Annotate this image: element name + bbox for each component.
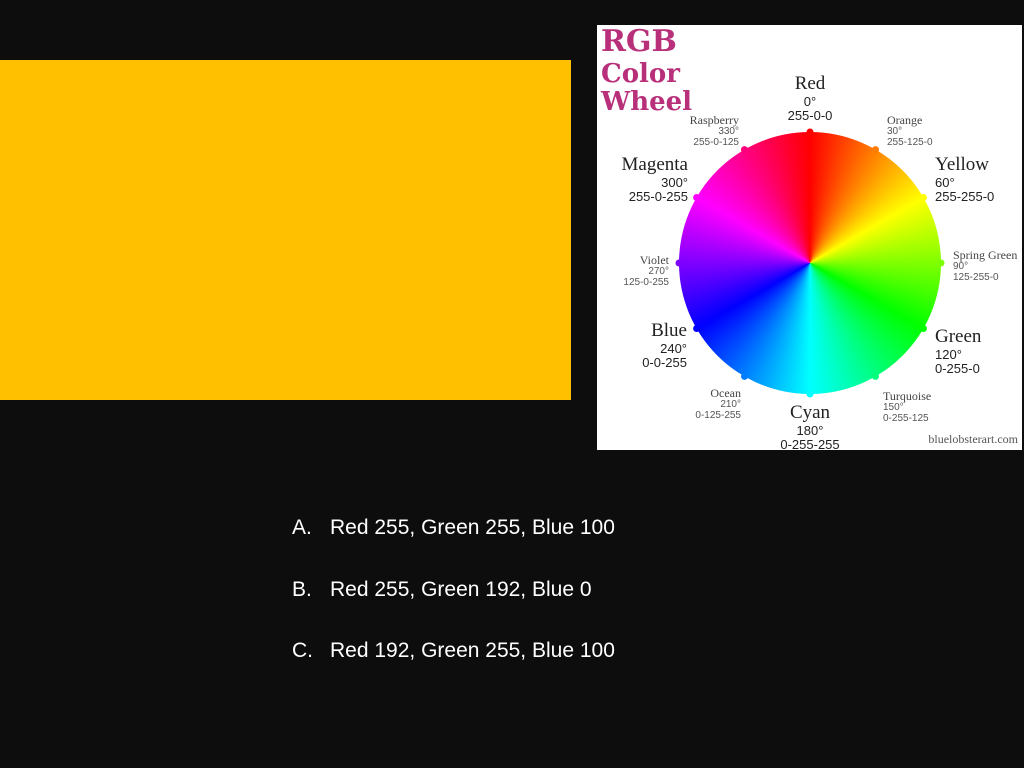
answer-option: B. Red 255, Green 192, Blue 0: [292, 578, 615, 640]
hue-label-cyan: Cyan 180° 0-255-255: [780, 402, 840, 450]
hue-rgb: 255-0-255: [628, 188, 688, 204]
answer-text: Red 255, Green 192, Blue 0: [330, 577, 592, 601]
answer-letter: A.: [292, 516, 312, 539]
hue-dot-green: [919, 325, 927, 332]
hue-dot-magenta: [693, 194, 701, 201]
answer-options: A. Red 255, Green 255, Blue 100 B. Red 255,…: [292, 516, 615, 701]
hue-dot-orange: [872, 146, 879, 154]
hue-label-spring-green: Spring Green 90° 125-255-0: [953, 249, 1017, 284]
hue-label-magenta: Magenta 300° 255-0-255: [621, 154, 688, 204]
hue-dot-cyan: [806, 390, 814, 398]
hue-dot-red: [806, 128, 814, 136]
hue-label-blue: Blue 240° 0-0-255: [642, 320, 687, 370]
hue-label-turquoise: Turquoise 150° 0-255-125: [883, 390, 931, 425]
hue-dot-raspberry: [741, 146, 748, 154]
hue-rgb: 0-255-0: [935, 360, 980, 376]
hue-deg: 120°: [935, 346, 962, 362]
hue-rgb: 255-0-125: [693, 136, 739, 148]
hue-rgb: 255-0-0: [787, 107, 833, 123]
answer-letter: B.: [292, 577, 312, 601]
hue-label-red: Red 0° 255-0-0: [787, 73, 833, 123]
hue-deg: 60°: [935, 174, 955, 190]
hue-label-orange: Orange 30° 255-125-0: [887, 114, 933, 149]
color-swatch: [0, 60, 571, 400]
image-credit: bluelobsterart.com: [928, 432, 1018, 446]
hue-name: Spring Green: [953, 248, 1018, 262]
hue-label-green: Green 120° 0-255-0: [935, 326, 982, 376]
rgb-color-wheel-image: RGB Color Wheel Red 0° 255-0-0 Orange 30° 255…: [597, 25, 1022, 450]
hue-name: Violet: [639, 253, 669, 267]
hue-dot-blue: [693, 325, 701, 332]
hue-deg: 180°: [796, 422, 824, 438]
hue-rgb: 0-255-125: [883, 412, 929, 424]
hue-name: Green: [935, 326, 982, 347]
hue-name: Red: [794, 73, 826, 94]
hue-name: Ocean: [710, 386, 741, 400]
hue-rgb: 0-125-255: [695, 409, 741, 421]
hue-rgb: 0-255-255: [780, 436, 840, 450]
answer-option: C. Red 192, Green 255, Blue 100: [292, 639, 615, 701]
hue-rgb: 0-0-255: [642, 354, 687, 370]
hue-name: Yellow: [935, 154, 990, 175]
hue-name: Raspberry: [689, 113, 739, 127]
answer-text: Red 192, Green 255, Blue 100: [330, 639, 615, 662]
answer-letter: C.: [292, 639, 313, 662]
answer-option: A. Red 255, Green 255, Blue 100: [292, 516, 615, 578]
hue-name: Turquoise: [883, 389, 932, 403]
hue-dot-ocean: [741, 372, 748, 380]
answer-text: Red 255, Green 255, Blue 100: [330, 516, 615, 539]
hue-deg: 0°: [803, 93, 817, 109]
hue-deg: 300°: [661, 174, 688, 190]
hue-rgb: 125-0-255: [623, 276, 669, 288]
hue-rgb: 125-255-0: [953, 271, 999, 283]
hue-label-raspberry: Raspberry 330° 255-0-125: [690, 114, 739, 149]
hue-name: Blue: [651, 320, 687, 341]
hue-label-yellow: Yellow 60° 255-255-0: [935, 154, 995, 204]
hue-name: Magenta: [621, 154, 688, 175]
hue-deg: 240°: [660, 340, 687, 356]
hue-dot-turquoise: [872, 372, 879, 380]
hue-name: Orange: [887, 113, 923, 127]
hue-dot-spring-green: [937, 259, 945, 267]
hue-dot-yellow: [919, 194, 927, 201]
hue-label-ocean: Ocean 210° 0-125-255: [695, 387, 741, 422]
hue-rgb: 255-125-0: [887, 136, 933, 148]
hue-name: Cyan: [789, 402, 831, 423]
hue-dot-violet: [675, 259, 683, 267]
hue-label-violet: Violet 270° 125-0-255: [623, 254, 669, 289]
hue-rgb: 255-255-0: [935, 188, 995, 204]
